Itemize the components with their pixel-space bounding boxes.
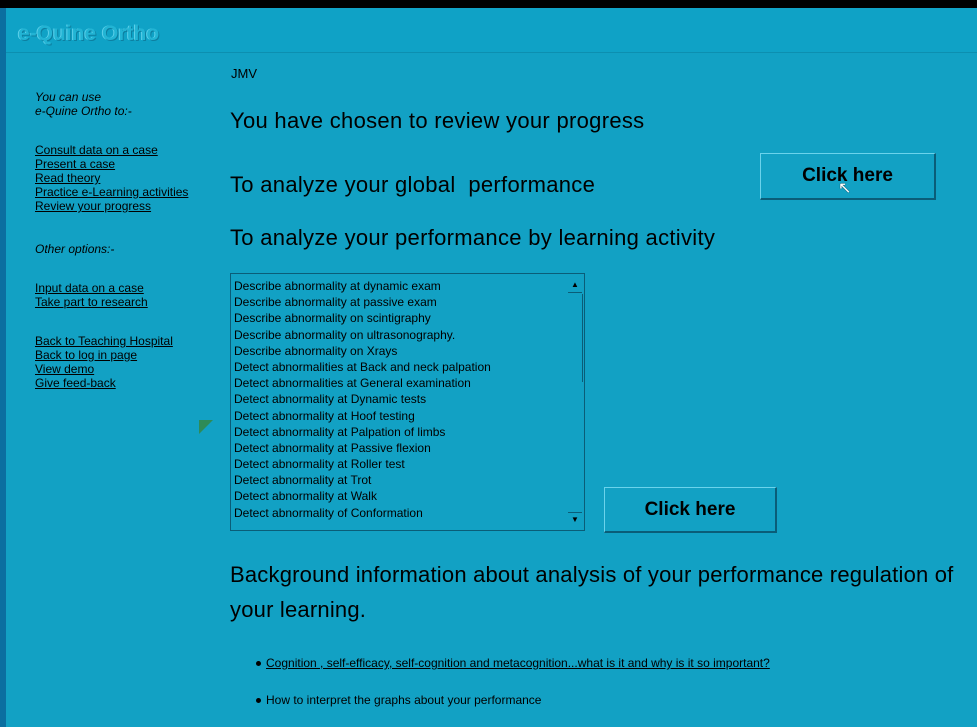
sidebar-link-login-page[interactable]: Back to log in page [35, 348, 173, 362]
list-item[interactable]: Describe abnormality on ultrasonography. [234, 327, 564, 343]
sidebar-bottom-links: Back to Teaching Hospital Back to log in… [35, 334, 173, 390]
list-item[interactable]: Describe abnormality at dynamic exam [234, 278, 564, 294]
window-left-edge [0, 8, 6, 727]
sidebar-intro-line1: You can use [35, 90, 102, 104]
sidebar-link-view-demo[interactable]: View demo [35, 362, 173, 376]
sidebar-link-teaching-hospital[interactable]: Back to Teaching Hospital [35, 334, 173, 348]
sidebar-link-read-theory[interactable]: Read theory [35, 171, 188, 185]
brand-logo-text: e-Quine Ortho [18, 22, 160, 45]
sidebar-intro-line2: e-Quine Ortho to:- [35, 104, 132, 118]
sidebar-link-present-case[interactable]: Present a case [35, 157, 188, 171]
scroll-up-arrow-icon[interactable]: ▲ [568, 278, 582, 293]
sidebar-link-feedback[interactable]: Give feed-back [35, 376, 173, 390]
list-item[interactable]: Detect abnormality at Trot [234, 472, 564, 488]
sidebar-other-label: Other options:- [35, 242, 115, 256]
sidebar-link-research[interactable]: Take part to research [35, 295, 148, 309]
mouse-cursor-icon: ↖ [838, 180, 852, 197]
list-item[interactable]: Detect abnormalities at Back and neck pa… [234, 359, 564, 375]
list-item[interactable]: Detect abnormality at Dynamic tests [234, 391, 564, 407]
heading-global-performance: To analyze your global performance [230, 172, 596, 197]
heading-review-progress: You have chosen to review your progress [230, 108, 645, 133]
background-info-heading: Background information about analysis of… [230, 562, 954, 622]
bullet-dot-icon [256, 698, 261, 704]
sidebar-link-consult-data[interactable]: Consult data on a case [35, 143, 188, 157]
list-item[interactable]: Describe abnormality on scintigraphy [234, 310, 564, 326]
bullet-dot-icon [256, 661, 261, 667]
user-initials: JMV [231, 66, 257, 81]
graphs-info-text: How to interpret the graphs about your p… [266, 693, 542, 707]
bullet-item-cognition: Cognition , self-efficacy, self-cognitio… [256, 656, 770, 670]
activity-list: Describe abnormality at dynamic exam Des… [234, 278, 564, 521]
decorative-triangle-icon [199, 420, 213, 434]
list-item[interactable]: Detect abnormality at Roller test [234, 456, 564, 472]
heading-activity-performance: To analyze your performance by learning … [230, 225, 716, 250]
header-bar: e-Quine Ortho [6, 8, 977, 53]
list-item[interactable]: Describe abnormality on Xrays [234, 343, 564, 359]
sidebar-main-links: Consult data on a case Present a case Re… [35, 143, 188, 213]
list-item[interactable]: Detect abnormality of Conformation [234, 505, 564, 521]
list-item[interactable]: Detect abnormality at Walk [234, 488, 564, 504]
sidebar-link-practice[interactable]: Practice e-Learning activities [35, 185, 188, 199]
window-top-bar [0, 0, 977, 8]
sidebar-intro: You can use e-Quine Ortho to:- [35, 90, 132, 118]
list-item[interactable]: Detect abnormality at Hoof testing [234, 408, 564, 424]
list-item[interactable]: Detect abnormality at Passive flexion [234, 440, 564, 456]
list-item[interactable]: Describe abnormality at passive exam [234, 294, 564, 310]
bullet-item-graphs: How to interpret the graphs about your p… [256, 693, 541, 707]
activity-performance-button[interactable]: Click here [604, 487, 777, 533]
sidebar-other-links: Input data on a case Take part to resear… [35, 281, 148, 309]
scrollbar-track[interactable] [568, 294, 583, 382]
list-item[interactable]: Detect abnormalities at General examinat… [234, 375, 564, 391]
activity-listbox[interactable]: Describe abnormality at dynamic exam Des… [230, 273, 585, 531]
scroll-down-arrow-icon[interactable]: ▼ [568, 512, 582, 527]
sidebar-link-review-progress[interactable]: Review your progress [35, 199, 188, 213]
sidebar-link-input-data[interactable]: Input data on a case [35, 281, 148, 295]
cognition-link[interactable]: Cognition , self-efficacy, self-cognitio… [266, 656, 770, 670]
list-item[interactable]: Detect abnormality at Palpation of limbs [234, 424, 564, 440]
